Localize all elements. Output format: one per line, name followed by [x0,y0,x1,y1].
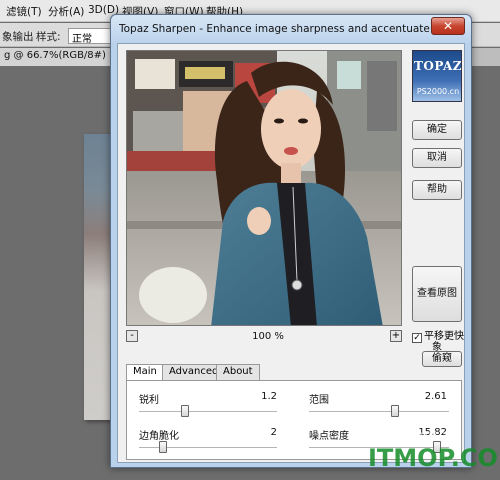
sharpen-slider-track[interactable] [139,411,277,413]
topaz-logo: TOPAZ PS2000.cn [412,50,462,102]
range-slider-track[interactable] [309,411,449,413]
dialog-titlebar[interactable]: Topaz Sharpen - Enhance image sharpness … [111,15,471,43]
style-select[interactable]: 正常 [68,28,112,45]
range-label: 范围 [309,395,329,406]
topaz-sharpen-dialog: Topaz Sharpen - Enhance image sharpness … [110,14,472,468]
menu-analysis[interactable]: 分析(A) [48,4,84,19]
tab-about[interactable]: About [216,364,260,380]
document-tab-label: g @ 66.7%(RGB/8#) [4,50,106,61]
sharpen-slider-thumb[interactable] [181,405,189,417]
check-icon[interactable]: ✓ [412,333,422,343]
menu-filter[interactable]: 滤镜(T) [6,4,42,19]
options-left-label: 象输出 [2,31,34,43]
document-tab[interactable]: g @ 66.7%(RGB/8#)× [0,48,124,66]
pan-faster-checkbox[interactable]: ✓ 平移更快 [412,327,464,343]
range-value: 2.61 [424,391,447,402]
logo-text-top: TOPAZ [413,59,463,73]
zoom-out-button[interactable]: - [126,330,138,342]
range-slider-thumb[interactable] [391,405,399,417]
edge-label: 边角脆化 [139,431,179,442]
edge-value: 2 [270,427,277,438]
sharpen-value: 1.2 [261,391,277,402]
logo-text-bottom: PS2000.cn [416,87,460,96]
sharpen-label: 锐利 [139,395,159,406]
tab-main[interactable]: Main [126,364,164,381]
cancel-button[interactable]: 取消 [412,148,462,168]
pan-faster-label: 平移更快 [424,331,464,342]
preview-image[interactable] [126,50,402,326]
style-label: 样式: [36,31,61,43]
help-button[interactable]: 帮助 [412,180,462,200]
view-original-button[interactable]: 查看原图象 [412,266,462,353]
edge-slider-thumb[interactable] [159,441,167,453]
zoom-in-button[interactable]: + [390,330,402,342]
dialog-client: - 100 % + TOPAZ PS2000.cn 确定 取消 帮助 查看原图象… [117,43,465,463]
ok-button[interactable]: 确定 [412,120,462,140]
preview-illustration [127,51,401,325]
noise-label: 噪点密度 [309,431,349,442]
close-button[interactable]: ✕ [431,17,465,35]
dialog-title: Topaz Sharpen - Enhance image sharpness … [119,23,465,35]
zoom-level: 100 % [252,331,284,342]
reset-button[interactable]: 偷窥 [422,351,462,367]
watermark-logo: ITMOP.COM [368,444,500,472]
watermark-small: jingyan.baidu.com [376,430,460,440]
